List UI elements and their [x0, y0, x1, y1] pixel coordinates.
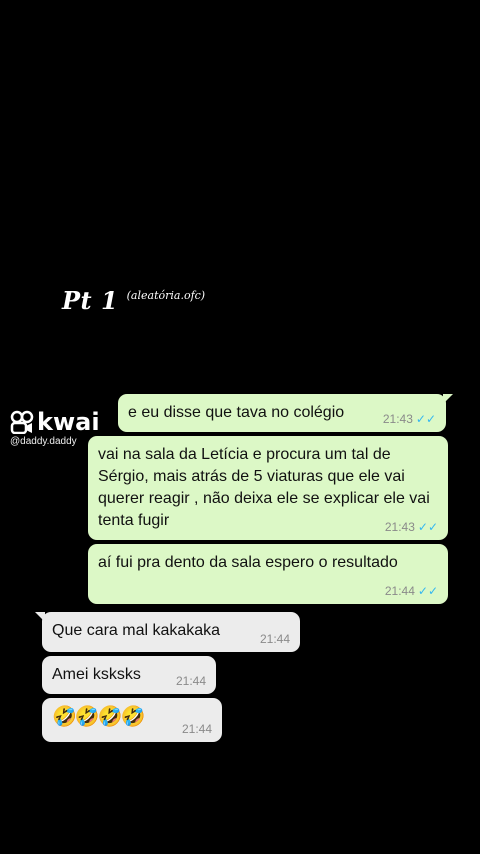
kwai-watermark: kwai @daddy.daddy	[10, 410, 100, 447]
read-ticks-icon: ✓✓	[417, 520, 438, 534]
author-handle: (aleatória.ofc)	[126, 289, 206, 302]
kwai-brand-text: kwai	[37, 408, 100, 436]
message-text: vai na sala da Letícia e procura um tal …	[98, 446, 430, 529]
read-ticks-icon: ✓✓	[415, 412, 436, 426]
message-text: Que cara mal kakakaka	[52, 622, 221, 639]
message-incoming[interactable]: Que cara mal kakakaka 21:44	[35, 612, 300, 652]
kwai-logo: kwai	[10, 410, 100, 434]
message-outgoing[interactable]: e eu disse que tava no colégio 21:43 ✓✓	[118, 394, 453, 432]
message-time: 21:44	[175, 674, 206, 688]
video-caption: Pt 1 (aleatória.ofc)	[62, 286, 205, 315]
message-time: 21:44	[259, 632, 290, 646]
message-time: 21:43	[384, 520, 415, 534]
message-outgoing[interactable]: vai na sala da Letícia e procura um tal …	[88, 436, 448, 540]
message-meta: 21:43 ✓✓	[385, 520, 438, 534]
message-time: 21:44	[181, 722, 212, 736]
message-outgoing[interactable]: aí fui pra dento da sala espero o result…	[88, 544, 448, 604]
message-text: aí fui pra dento da sala espero o result…	[98, 554, 398, 571]
message-incoming[interactable]: Amei ksksks 21:44	[42, 656, 216, 694]
message-incoming[interactable]: 🤣🤣🤣🤣 21:44	[42, 698, 222, 742]
message-meta: 21:43 ✓✓	[383, 412, 436, 426]
message-time: 21:44	[384, 584, 415, 598]
part-label: Pt 1	[62, 286, 119, 315]
read-ticks-icon: ✓✓	[417, 584, 438, 598]
kwai-logo-icon	[10, 410, 34, 434]
message-meta: 21:44 ✓✓	[385, 584, 438, 598]
message-meta: 21:44	[182, 722, 212, 736]
message-meta: 21:44	[176, 674, 206, 688]
watermark-username: @daddy.daddy	[10, 436, 77, 447]
message-meta: 21:44	[260, 632, 290, 646]
message-time: 21:43	[382, 412, 413, 426]
